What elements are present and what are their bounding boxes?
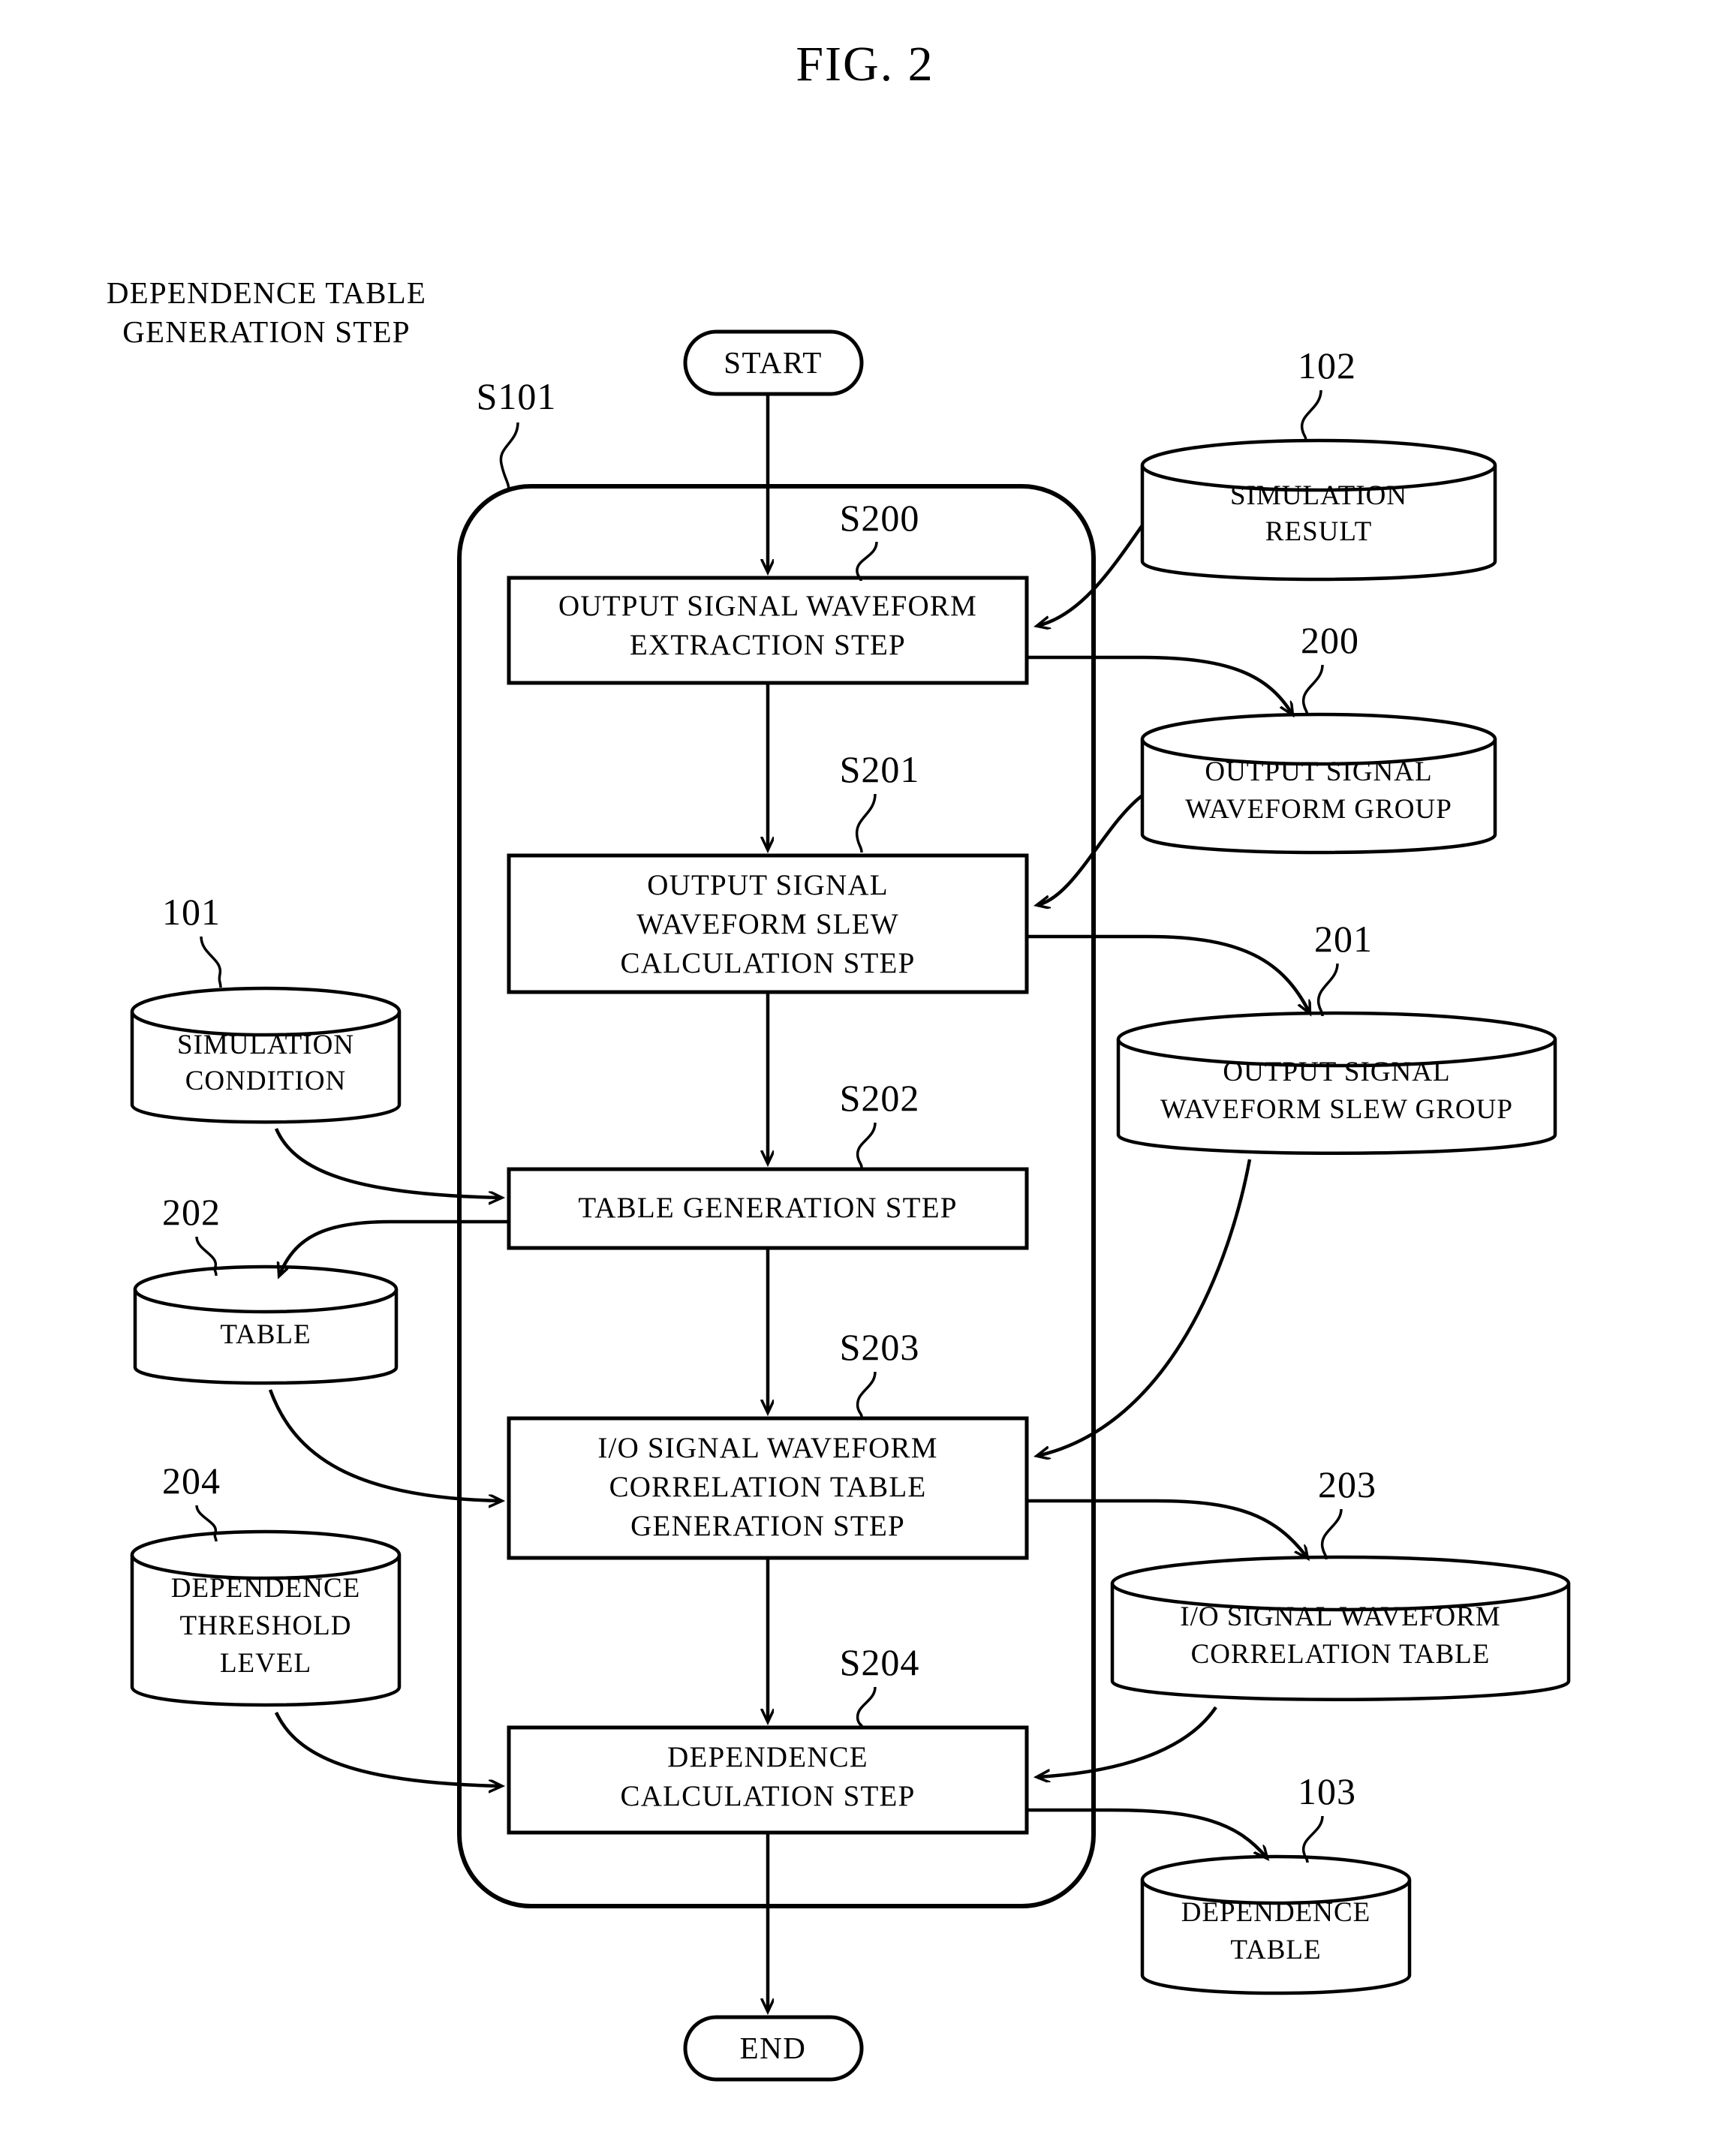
step-s201-line-1: OUTPUT SIGNAL [647, 869, 888, 901]
datastore-103-line-2: TABLE [1230, 1935, 1321, 1965]
step-s200-line-1: OUTPUT SIGNAL WAVEFORM [558, 590, 977, 622]
datastore-203-line-1: I/O SIGNAL WAVEFORM [1180, 1601, 1500, 1632]
ref-200-leader-line [1302, 664, 1324, 717]
connector-201-to-s203 [1037, 1159, 1252, 1456]
datastore-201-line-1: OUTPUT SIGNAL [1223, 1057, 1450, 1087]
datastore-202: TABLE [133, 1264, 399, 1385]
figure-caption-line-1: DEPENDENCE TABLE [107, 275, 426, 310]
step-s203-line-3: GENERATION STEP [630, 1510, 905, 1542]
figure-title: FIG. 2 [796, 37, 934, 92]
step-ref-s203: S203 [840, 1326, 920, 1368]
step-box-s203: I/O SIGNAL WAVEFORM CORRELATION TABLE GE… [507, 1416, 1029, 1560]
datastore-ref-101: 101 [162, 891, 221, 933]
connector-203-to-s204 [1037, 1706, 1217, 1777]
step-s202-line-1: TABLE GENERATION STEP [578, 1192, 957, 1224]
datastore-103-line-1: DEPENDENCE [1181, 1897, 1371, 1928]
datastore-ref-103: 103 [1298, 1770, 1356, 1812]
s204-leader-line [856, 1686, 877, 1727]
datastore-102: SIMULATION RESULT [1140, 438, 1497, 582]
ref-102-leader-line [1301, 389, 1322, 442]
connector-s203-to-203 [1027, 1499, 1307, 1558]
step-s200-line-2: EXTRACTION STEP [630, 629, 906, 661]
datastore-201-line-2: WAVEFORM SLEW GROUP [1160, 1094, 1513, 1125]
end-label: END [740, 2031, 807, 2065]
step-s204-line-1: DEPENDENCE [667, 1741, 868, 1773]
start-terminal: START [683, 329, 864, 396]
datastore-ref-202: 202 [162, 1191, 221, 1233]
s203-leader-line [856, 1371, 877, 1418]
step-s203-line-2: CORRELATION TABLE [609, 1471, 927, 1503]
datastore-204: DEPENDENCE THRESHOLD LEVEL [130, 1529, 402, 1707]
datastore-203: I/O SIGNAL WAVEFORM CORRELATION TABLE [1110, 1555, 1571, 1701]
flowchart-svg: START END OUTPUT SIGNAL WAVEFORM EXTRACT… [107, 275, 1571, 2082]
s101-leader-line [499, 422, 519, 492]
step-s204-line-2: CALCULATION STEP [621, 1780, 916, 1812]
datastore-200-line-2: WAVEFORM GROUP [1185, 794, 1452, 825]
connector-s204-to-103 [1027, 1808, 1267, 1858]
step-s201-line-2: WAVEFORM SLEW [636, 908, 899, 940]
figure-caption-line-2: GENERATION STEP [122, 314, 411, 349]
datastore-ref-204: 204 [162, 1460, 221, 1502]
connector-200-to-s201 [1037, 794, 1144, 905]
step-s201-line-3: CALCULATION STEP [621, 947, 916, 979]
ref-101-leader-line [200, 936, 222, 988]
datastore-203-line-2: CORRELATION TABLE [1191, 1639, 1491, 1670]
container-ref-s101: S101 [477, 375, 557, 417]
datastore-102-line-2: RESULT [1265, 516, 1372, 547]
step-ref-s201: S201 [840, 748, 920, 790]
connector-204-to-s204 [274, 1712, 501, 1786]
datastore-101-line-2: CONDITION [185, 1066, 347, 1096]
datastore-204-line-3: LEVEL [220, 1648, 311, 1679]
end-terminal: END [683, 2015, 864, 2082]
datastore-102-line-1: SIMULATION [1230, 480, 1407, 511]
connector-s200-to-200 [1027, 655, 1292, 714]
step-ref-s202: S202 [840, 1077, 920, 1119]
datastore-202-line-1: TABLE [220, 1319, 311, 1350]
step-ref-s200: S200 [840, 497, 920, 539]
ref-203-leader-line [1321, 1508, 1343, 1560]
s201-leader-line [856, 793, 877, 853]
step-ref-s204: S204 [840, 1641, 920, 1683]
datastore-ref-200: 200 [1301, 619, 1359, 661]
step-box-s200: OUTPUT SIGNAL WAVEFORM EXTRACTION STEP [507, 576, 1029, 685]
step-box-s201: OUTPUT SIGNAL WAVEFORM SLEW CALCULATION … [507, 853, 1029, 994]
ref-201-leader-line [1317, 963, 1339, 1017]
connector-s201-to-201 [1027, 934, 1310, 1013]
datastore-ref-102: 102 [1298, 344, 1356, 386]
s202-leader-line [856, 1122, 877, 1168]
datastore-204-line-2: THRESHOLD [180, 1610, 352, 1641]
datastore-103: DEPENDENCE TABLE [1140, 1854, 1412, 1995]
s200-leader-line [856, 541, 878, 582]
step-box-s202: TABLE GENERATION STEP [507, 1167, 1029, 1250]
datastore-204-line-1: DEPENDENCE [171, 1573, 361, 1604]
datastore-200: OUTPUT SIGNAL WAVEFORM GROUP [1140, 712, 1497, 855]
patent-figure-canvas: FIG. 2 START END OUTPUT SIGNAL WAVEFORM … [0, 0, 1730, 2156]
connector-101-to-s202 [274, 1128, 501, 1198]
start-label: START [724, 345, 823, 380]
datastore-101: SIMULATION CONDITION [130, 986, 402, 1124]
datastore-101-line-1: SIMULATION [177, 1030, 354, 1060]
step-s203-line-1: I/O SIGNAL WAVEFORM [597, 1432, 937, 1464]
step-box-s204: DEPENDENCE CALCULATION STEP [507, 1725, 1029, 1835]
datastore-200-line-1: OUTPUT SIGNAL [1205, 756, 1432, 787]
connector-202-to-s203 [268, 1389, 501, 1501]
datastore-201: OUTPUT SIGNAL WAVEFORM SLEW GROUP [1116, 1011, 1557, 1155]
datastore-ref-201: 201 [1314, 918, 1373, 960]
datastore-ref-203: 203 [1318, 1463, 1376, 1505]
